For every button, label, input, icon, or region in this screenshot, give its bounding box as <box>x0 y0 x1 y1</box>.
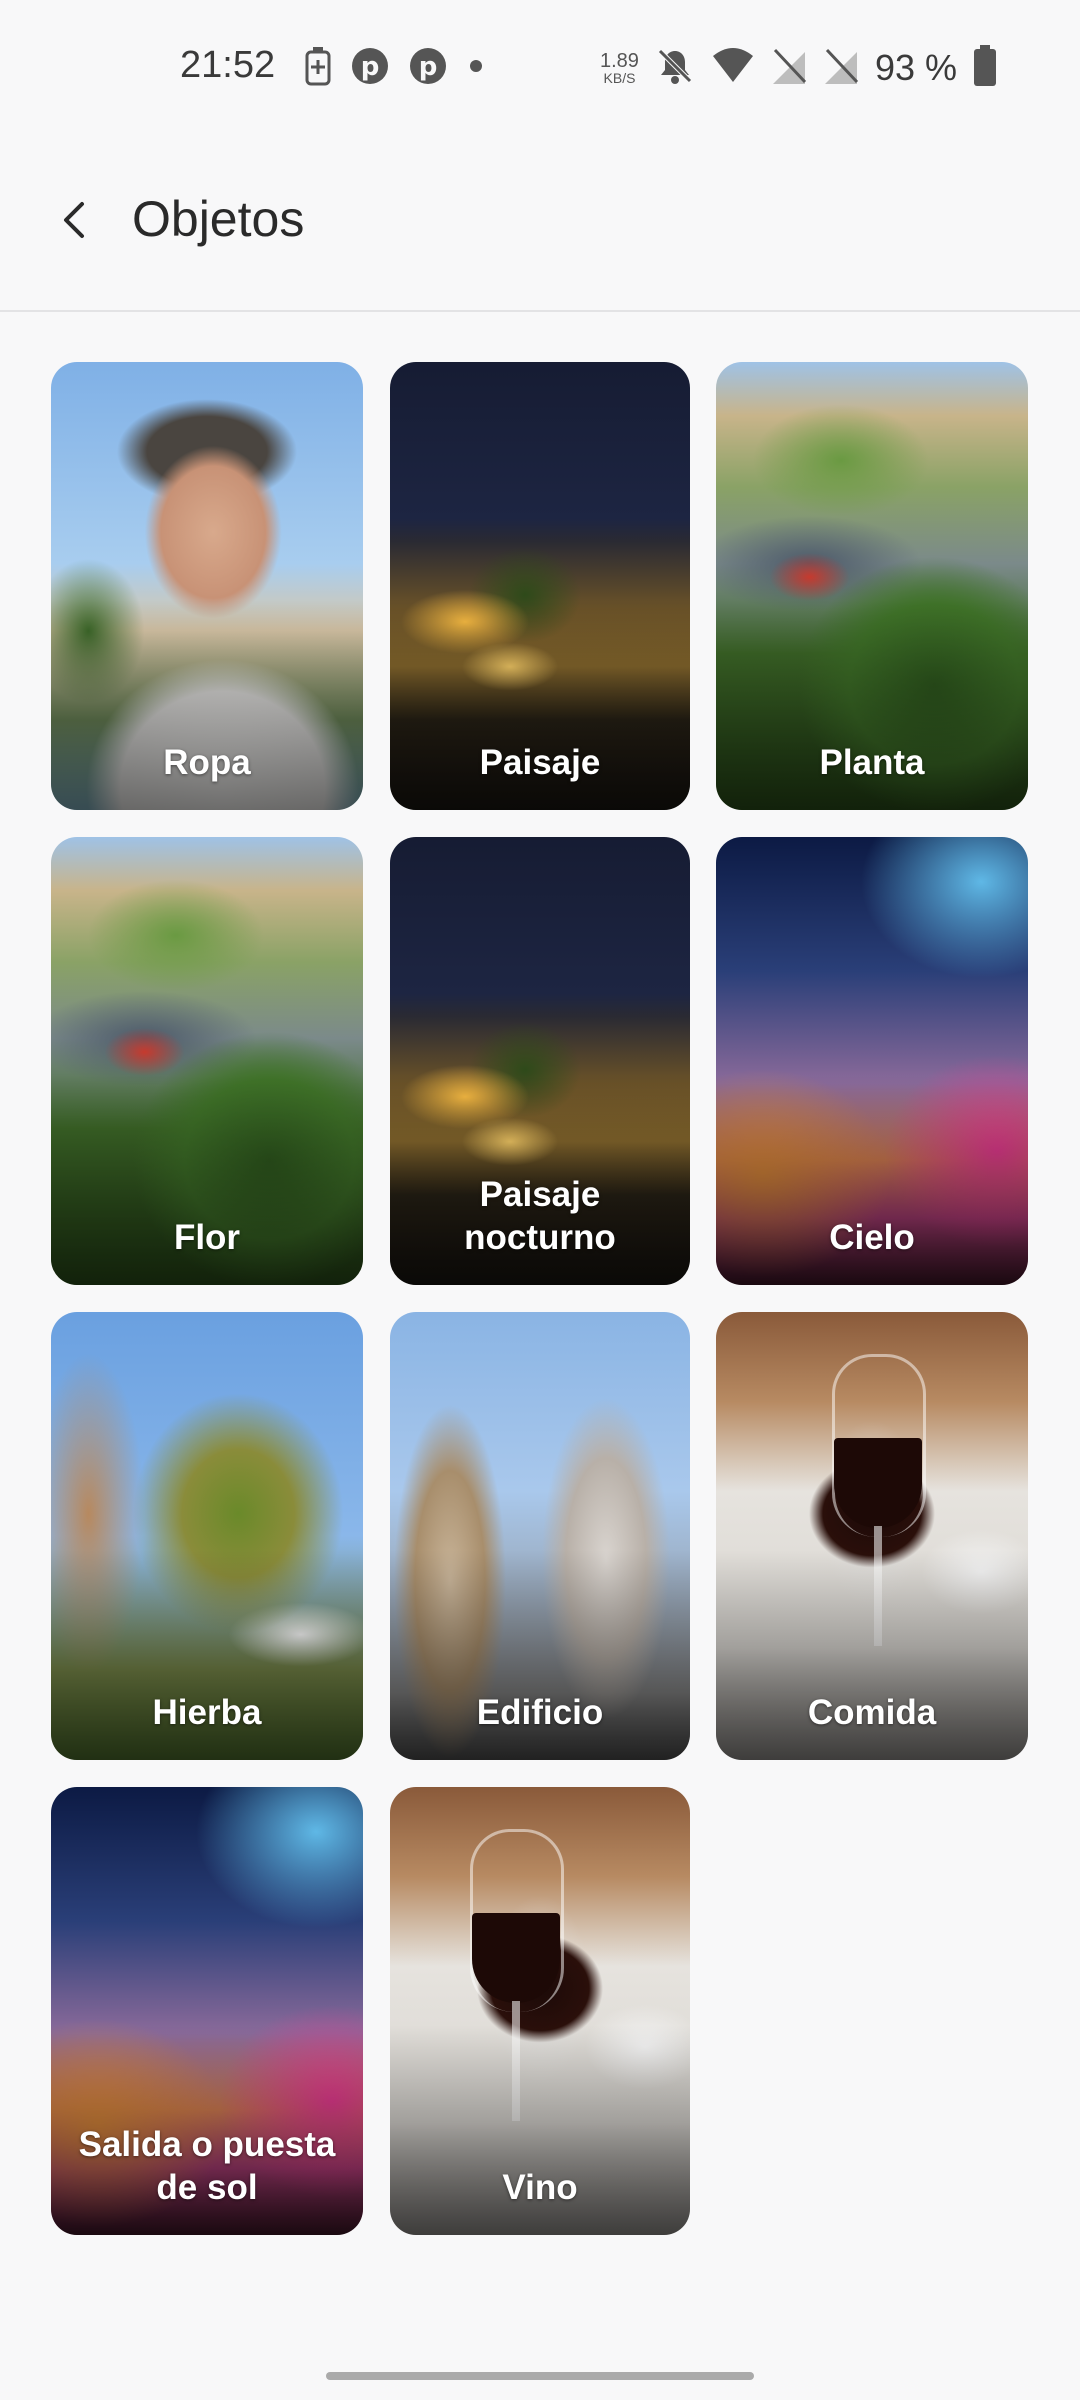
no-sim-icon <box>823 46 859 91</box>
tile-paisaje-nocturno[interactable]: Paisaje nocturno <box>390 837 690 1285</box>
status-time: 21:52 <box>180 44 276 86</box>
tile-label: Planta <box>819 743 925 782</box>
tile-label: Vino <box>502 2168 578 2207</box>
app-bar: Objetos <box>0 140 1080 312</box>
tile-label: Hierba <box>152 1693 262 1732</box>
tile-ropa[interactable]: Ropa <box>51 362 363 810</box>
network-speed-unit: KB/S <box>603 70 636 86</box>
home-indicator[interactable] <box>326 2372 754 2380</box>
tile-hierba[interactable]: Hierba <box>51 1312 363 1760</box>
page-title: Objetos <box>132 191 305 247</box>
battery-icon <box>973 44 997 92</box>
tile-flor[interactable]: Flor <box>51 837 363 1285</box>
battery-saver-icon <box>304 46 332 91</box>
back-button[interactable] <box>44 192 104 252</box>
tile-label: Edificio <box>476 1693 604 1732</box>
tile-salida-puesta-sol[interactable]: Salida o puesta de sol <box>51 1787 363 2235</box>
tile-vino[interactable]: Vino <box>390 1787 690 2235</box>
tile-planta[interactable]: Planta <box>716 362 1028 810</box>
svg-text:p: p <box>361 52 380 82</box>
pinterest-icon: p <box>350 46 390 91</box>
wifi-icon <box>711 46 755 91</box>
tile-label: Paisaje <box>479 743 601 782</box>
tile-label: Salida o puesta de sol <box>78 2125 336 2207</box>
wine-liquid <box>472 1913 560 2003</box>
pinterest-icon: p <box>408 46 448 91</box>
battery-percent: 93 % <box>874 47 957 88</box>
dot-icon <box>466 46 486 91</box>
no-sim-icon <box>771 46 807 91</box>
back-arrow-icon <box>56 200 92 245</box>
mute-icon <box>655 46 695 91</box>
tile-label: Comida <box>807 1693 937 1732</box>
network-speed: 1.89 KB/S <box>600 51 639 85</box>
tile-label: Cielo <box>829 1218 915 1257</box>
tile-edificio[interactable]: Edificio <box>390 1312 690 1760</box>
tile-label: Flor <box>173 1218 241 1257</box>
svg-text:p: p <box>419 52 438 82</box>
wine-liquid <box>834 1438 922 1528</box>
tile-paisaje[interactable]: Paisaje <box>390 362 690 810</box>
status-bar: 21:52 p p 1.89 KB/S 93 % <box>0 0 1080 140</box>
tile-label: Ropa <box>163 743 251 782</box>
tile-comida[interactable]: Comida <box>716 1312 1028 1760</box>
tile-cielo[interactable]: Cielo <box>716 837 1028 1285</box>
notification-icons: p p <box>304 46 486 90</box>
network-speed-value: 1.89 <box>600 50 639 72</box>
tile-label: Paisaje nocturno <box>464 1175 616 1257</box>
system-icons: 1.89 KB/S 93 % <box>600 44 997 92</box>
